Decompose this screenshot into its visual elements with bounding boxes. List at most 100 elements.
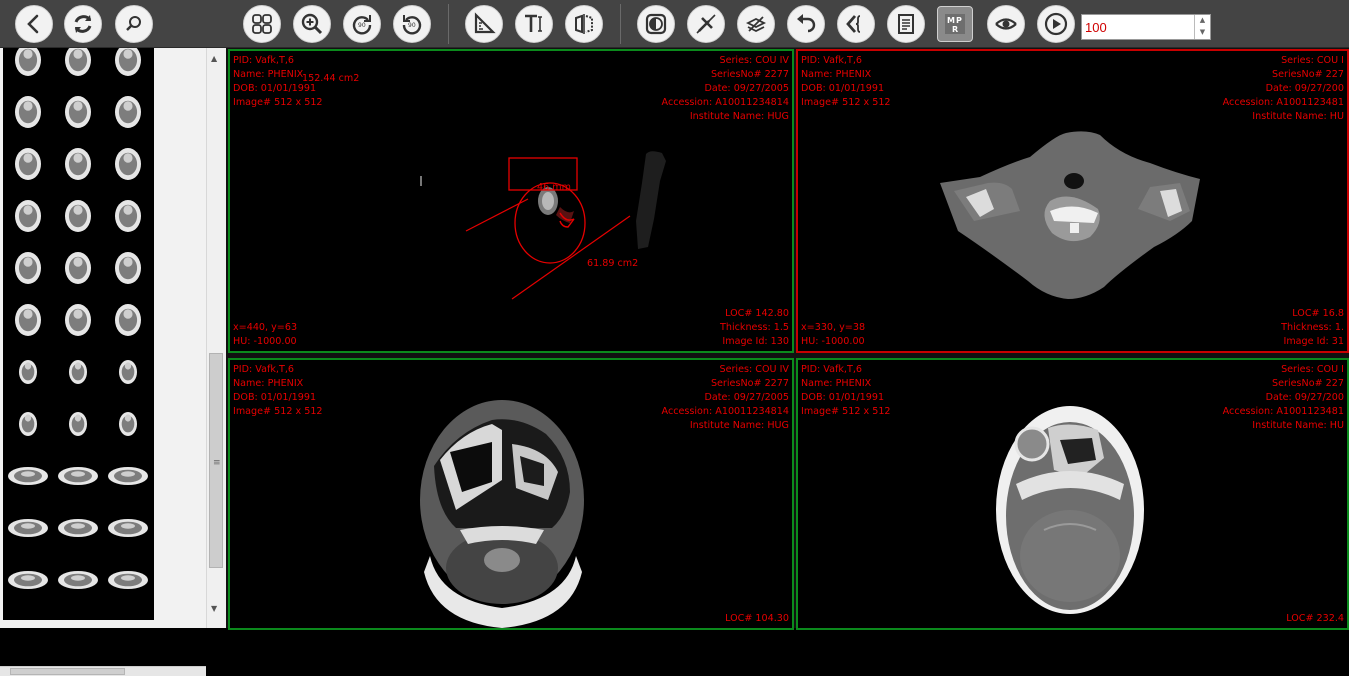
zoom-button[interactable]	[293, 5, 331, 43]
zoom-in-icon	[301, 13, 323, 35]
magnifier-icon	[126, 16, 141, 31]
scroll-down-icon[interactable]: ▼	[211, 604, 217, 613]
clear-button[interactable]	[687, 5, 725, 43]
thumbnail-row	[3, 244, 154, 294]
thumbnail-vertical-scrollbar[interactable]: ▲ ≡ ▼	[206, 48, 226, 628]
viewport-3[interactable]: PID: Vafk,T,6 Name: PHENIX DOB: 01/01/1991…	[228, 358, 794, 630]
thumbnail-image[interactable]	[105, 504, 151, 550]
thumbnail-image[interactable]	[105, 452, 151, 498]
measure-button[interactable]	[465, 5, 503, 43]
patient-info-overlay: PID: Vafk,T,6 Name: PHENIX DOB: 01/01/1991…	[233, 55, 323, 108]
thumbnail-image[interactable]	[105, 48, 151, 82]
svg-text:P: P	[956, 16, 962, 25]
svg-text:R: R	[952, 25, 958, 34]
layout-button[interactable]	[243, 5, 281, 43]
report-button[interactable]	[887, 5, 925, 43]
series-info-overlay: Series: COU IV SeriesNo# 2277 Date: 09/27/…	[661, 364, 789, 431]
thumbnail-image[interactable]	[55, 244, 101, 290]
thumbnail-image[interactable]	[5, 244, 51, 290]
zoom-level-input[interactable]	[1082, 15, 1194, 39]
search-button[interactable]	[115, 5, 153, 43]
viewport-2[interactable]: PID: Vafk,T,6 Name: PHENIX DOB: 01/01/1991…	[796, 49, 1349, 353]
code-brackets-icon	[846, 15, 861, 33]
thumbnail-image[interactable]	[105, 244, 151, 290]
thumbnail-image[interactable]	[5, 556, 51, 602]
thumbnail-image[interactable]	[55, 504, 101, 550]
thumbnail-row	[3, 556, 154, 606]
thumbnail-image[interactable]	[5, 348, 51, 394]
thumbnail-image[interactable]	[5, 504, 51, 550]
rotate-left-icon: 90	[402, 15, 422, 35]
chevron-left-icon	[27, 14, 39, 34]
thumbnail-image[interactable]	[55, 452, 101, 498]
flip-icon	[575, 14, 593, 34]
thumbnail-strip[interactable]	[3, 48, 154, 620]
patient-info-overlay: PID: Vafk,T,6 Name: PHENIX DOB: 01/01/1991…	[801, 55, 891, 108]
toolbar: 90 90 MPR ▲ ▼	[0, 0, 1349, 48]
3d-button[interactable]	[987, 5, 1025, 43]
thumbnail-image[interactable]	[105, 140, 151, 186]
thumbnail-image[interactable]	[105, 556, 151, 602]
zoom-decrement-icon[interactable]: ▼	[1195, 27, 1210, 39]
thumbnail-image[interactable]	[105, 192, 151, 238]
viewport-4[interactable]: PID: Vafk,T,6 Name: PHENIX DOB: 01/01/1991…	[796, 358, 1349, 630]
cine-button[interactable]	[837, 5, 875, 43]
undo-button[interactable]	[787, 5, 825, 43]
zoom-level-box: ▲ ▼	[1081, 14, 1211, 40]
thumbnail-image[interactable]	[105, 296, 151, 342]
thumbnail-image[interactable]	[55, 556, 101, 602]
thumbnail-image[interactable]	[105, 608, 151, 620]
thumbnail-image[interactable]	[55, 192, 101, 238]
measurement-line-1	[465, 198, 529, 232]
thumbnail-image[interactable]	[5, 400, 51, 446]
zoom-increment-icon[interactable]: ▲	[1195, 15, 1210, 27]
rotate-left-button[interactable]: 90	[393, 5, 431, 43]
thumbnail-image[interactable]	[55, 296, 101, 342]
mpr-button[interactable]: MPR	[937, 6, 973, 42]
grip-icon: ≡	[213, 458, 221, 468]
thumbnail-horizontal-scrollbar[interactable]	[0, 666, 206, 676]
thumbnail-image[interactable]	[55, 48, 101, 82]
thumbnail-image[interactable]	[5, 192, 51, 238]
svg-text:90: 90	[408, 22, 416, 29]
thumbnail-image[interactable]	[5, 88, 51, 134]
thumbnail-image[interactable]	[55, 608, 101, 620]
thumbnail-row	[3, 452, 154, 502]
thumbnail-row	[3, 192, 154, 242]
thumbnail-image[interactable]	[55, 140, 101, 186]
thumbnail-image[interactable]	[55, 348, 101, 394]
viewport-1[interactable]: 152.44 cm2 46 mm 61.89 cm2 PID: Vafk,T,6…	[228, 49, 794, 353]
thumbnail-image[interactable]	[5, 140, 51, 186]
text-annotation-button[interactable]	[515, 5, 553, 43]
slice-info-overlay: LOC# 142.80 Thickness: 1.5 Image Id: 130	[720, 308, 789, 347]
vertical-scrollbar-thumb[interactable]: ≡	[209, 353, 223, 568]
zoom-stepper[interactable]: ▲ ▼	[1194, 15, 1210, 39]
thumbnail-row	[3, 608, 154, 620]
slice-info-overlay: LOC# 16.8 Thickness: 1. Image Id: 31	[1281, 308, 1344, 347]
mpr-icon: M PR	[945, 14, 965, 34]
scroll-up-icon[interactable]: ▲	[211, 54, 217, 63]
horizontal-scrollbar-thumb[interactable]	[10, 668, 125, 675]
thumbnail-image[interactable]	[5, 608, 51, 620]
thumbnail-image[interactable]	[105, 348, 151, 394]
thumbnail-image[interactable]	[5, 296, 51, 342]
thumbnail-image[interactable]	[105, 88, 151, 134]
play-button[interactable]	[1037, 5, 1075, 43]
flip-button[interactable]	[565, 5, 603, 43]
window-level-button[interactable]	[637, 5, 675, 43]
back-button[interactable]	[15, 5, 53, 43]
thumbnail-row	[3, 400, 154, 450]
grid-icon	[252, 14, 272, 34]
thumbnail-image[interactable]	[55, 400, 101, 446]
rotate-right-button[interactable]: 90	[343, 5, 381, 43]
thumbnail-image[interactable]	[105, 400, 151, 446]
patient-info-overlay: PID: Vafk,T,6 Name: PHENIX DOB: 01/01/1991…	[233, 364, 323, 417]
thumbnail-image[interactable]	[5, 452, 51, 498]
thumbnail-panel	[0, 48, 206, 676]
tools-off-icon	[696, 14, 716, 34]
thumbnail-image[interactable]	[55, 88, 101, 134]
eye-orbit-icon	[995, 18, 1017, 30]
thumbnail-image[interactable]	[5, 48, 51, 82]
layers-button[interactable]	[737, 5, 775, 43]
refresh-button[interactable]	[64, 5, 102, 43]
